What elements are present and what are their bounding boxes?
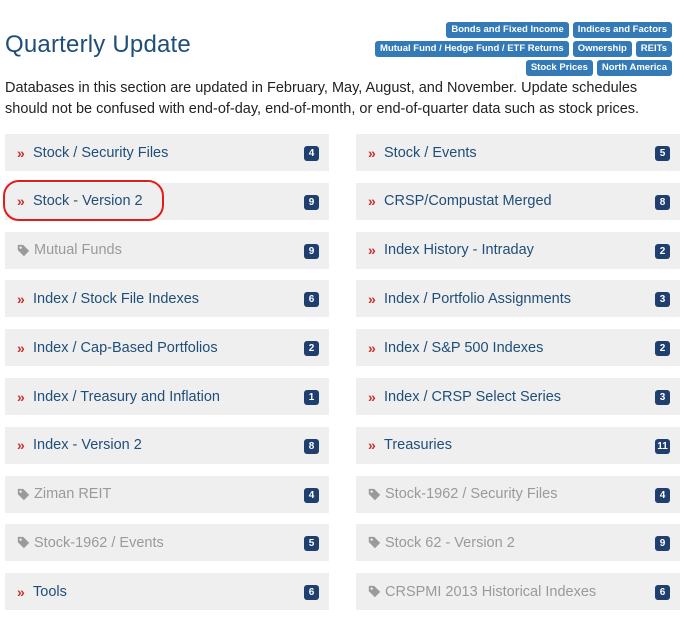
count-badge: 4 bbox=[304, 487, 319, 503]
count-badge: 3 bbox=[655, 390, 670, 405]
tag-ownership[interactable]: Ownership bbox=[572, 41, 632, 57]
database-item-label: CRSP/Compustat Merged bbox=[384, 193, 552, 210]
database-item-index-cap-based-portfolios[interactable]: » Index / Cap-Based Portfolios 2 bbox=[5, 329, 329, 367]
count-badge: 3 bbox=[655, 292, 670, 308]
database-item-label: Tools bbox=[33, 583, 67, 600]
count-badge: 9 bbox=[655, 536, 670, 552]
count-badge: 5 bbox=[304, 536, 319, 552]
tag-mutual-fund-returns[interactable]: Mutual Fund / Hedge Fund / ETF Returns bbox=[375, 41, 569, 57]
database-item-label: Index / Cap-Based Portfolios bbox=[33, 339, 218, 356]
database-item-label: Index / Portfolio Assignments bbox=[384, 290, 571, 307]
database-item-index-treasury-and-inflation[interactable]: » Index / Treasury and Inflation 1 bbox=[5, 378, 329, 415]
database-item-label: Stock-1962 / Security Files bbox=[385, 486, 558, 503]
double-chevron-right-icon: » bbox=[368, 339, 376, 356]
database-item-tools[interactable]: » Tools 6 bbox=[5, 573, 329, 611]
double-chevron-right-icon: » bbox=[17, 193, 25, 210]
database-item-label: Ziman REIT bbox=[34, 486, 112, 503]
database-item-crsp-compustat-merged[interactable]: » CRSP/Compustat Merged 8 bbox=[356, 182, 680, 220]
database-item-label: Treasuries bbox=[384, 437, 452, 454]
tag-bonds-fixed-income[interactable]: Bonds and Fixed Income bbox=[446, 22, 569, 38]
database-item-crspmi-2013-historical-indexes[interactable]: CRSPMI 2013 Historical Indexes 6 bbox=[356, 573, 680, 611]
database-item-stock-events[interactable]: » Stock / Events 5 bbox=[356, 134, 680, 171]
double-chevron-right-icon: » bbox=[17, 388, 25, 405]
double-chevron-right-icon: » bbox=[17, 290, 25, 307]
count-badge: 8 bbox=[655, 194, 670, 210]
database-item-stock-security-files[interactable]: » Stock / Security Files 4 bbox=[5, 134, 329, 171]
database-item-stock-62-version-2[interactable]: Stock 62 - Version 2 9 bbox=[356, 524, 680, 562]
database-item-label: Stock 62 - Version 2 bbox=[385, 534, 515, 551]
category-tags: Bonds and Fixed Income Indices and Facto… bbox=[332, 22, 672, 79]
count-badge: 8 bbox=[304, 438, 319, 454]
tag-north-america[interactable]: North America bbox=[596, 60, 672, 76]
count-badge: 2 bbox=[655, 341, 670, 357]
double-chevron-right-icon: » bbox=[368, 193, 376, 210]
count-badge: 6 bbox=[304, 292, 319, 308]
tag-stock-prices[interactable]: Stock Prices bbox=[525, 60, 593, 76]
tag-icon bbox=[17, 536, 34, 549]
database-item-label: Index / CRSP Select Series bbox=[384, 388, 562, 405]
count-badge: 4 bbox=[304, 146, 319, 161]
database-item-label: Index - Version 2 bbox=[33, 437, 142, 454]
tag-row-3: Stock Prices North America bbox=[332, 60, 672, 76]
tag-row-2: Mutual Fund / Hedge Fund / ETF Returns O… bbox=[332, 41, 672, 57]
count-badge: 11 bbox=[655, 438, 670, 454]
count-badge: 1 bbox=[304, 390, 319, 405]
database-item-stock-version-2[interactable]: » Stock - Version 2 9 bbox=[5, 182, 329, 220]
count-badge: 9 bbox=[304, 194, 319, 210]
section-description: Databases in this section are updated in… bbox=[5, 80, 640, 117]
database-item-index-s-p-500-indexes[interactable]: » Index / S&P 500 Indexes 2 bbox=[356, 329, 680, 367]
database-item-label: Index / Treasury and Inflation bbox=[33, 388, 220, 405]
double-chevron-right-icon: » bbox=[368, 437, 376, 454]
database-item-index-portfolio-assignments[interactable]: » Index / Portfolio Assignments 3 bbox=[356, 280, 680, 318]
database-item-index-version-2[interactable]: » Index - Version 2 8 bbox=[5, 426, 329, 464]
tag-row-1: Bonds and Fixed Income Indices and Facto… bbox=[332, 22, 672, 38]
count-badge: 5 bbox=[655, 146, 670, 161]
double-chevron-right-icon: » bbox=[17, 583, 25, 600]
tag-reits[interactable]: REITs bbox=[635, 41, 672, 57]
database-item-label: Index / Stock File Indexes bbox=[33, 290, 200, 307]
database-item-index-crsp-select-series[interactable]: » Index / CRSP Select Series 3 bbox=[356, 378, 680, 415]
count-badge: 2 bbox=[655, 243, 670, 259]
count-badge: 9 bbox=[304, 243, 319, 259]
page-title: Quarterly Update bbox=[5, 31, 191, 58]
count-badge: 6 bbox=[655, 585, 670, 601]
double-chevron-right-icon: » bbox=[368, 388, 376, 405]
double-chevron-right-icon: » bbox=[17, 339, 25, 356]
double-chevron-right-icon: » bbox=[17, 437, 25, 454]
count-badge: 2 bbox=[304, 341, 319, 357]
database-item-treasuries[interactable]: » Treasuries 11 bbox=[356, 426, 680, 464]
database-item-label: Stock / Events bbox=[384, 144, 477, 161]
database-item-label: Index / S&P 500 Indexes bbox=[384, 339, 544, 356]
tag-icon bbox=[17, 244, 34, 257]
database-item-mutual-funds[interactable]: Mutual Funds 9 bbox=[5, 231, 329, 269]
database-item-index-stock-file-indexes[interactable]: » Index / Stock File Indexes 6 bbox=[5, 280, 329, 318]
database-item-label: Index History - Intraday bbox=[384, 242, 534, 259]
double-chevron-right-icon: » bbox=[368, 144, 376, 161]
tag-icon bbox=[368, 536, 385, 549]
database-item-label: Stock-1962 / Events bbox=[34, 534, 164, 551]
database-item-index-history-intraday[interactable]: » Index History - Intraday 2 bbox=[356, 231, 680, 269]
tag-icon bbox=[368, 585, 385, 598]
database-item-label: Stock / Security Files bbox=[33, 144, 169, 161]
tag-icon bbox=[368, 488, 385, 501]
count-badge: 4 bbox=[655, 487, 670, 503]
database-item-label: Stock - Version 2 bbox=[33, 193, 143, 210]
database-item-label: Mutual Funds bbox=[34, 242, 122, 259]
page-header: Quarterly Update Bonds and Fixed Income … bbox=[5, 0, 684, 80]
tag-indices-factors[interactable]: Indices and Factors bbox=[572, 22, 672, 38]
tag-icon bbox=[17, 488, 34, 501]
double-chevron-right-icon: » bbox=[17, 144, 25, 161]
database-item-stock-1962-events[interactable]: Stock-1962 / Events 5 bbox=[5, 524, 329, 562]
database-item-ziman-reit[interactable]: Ziman REIT 4 bbox=[5, 475, 329, 513]
double-chevron-right-icon: » bbox=[368, 242, 376, 259]
double-chevron-right-icon: » bbox=[368, 290, 376, 307]
database-item-stock-1962-security-files[interactable]: Stock-1962 / Security Files 4 bbox=[356, 475, 680, 513]
count-badge: 6 bbox=[304, 585, 319, 601]
database-item-label: CRSPMI 2013 Historical Indexes bbox=[385, 583, 597, 600]
